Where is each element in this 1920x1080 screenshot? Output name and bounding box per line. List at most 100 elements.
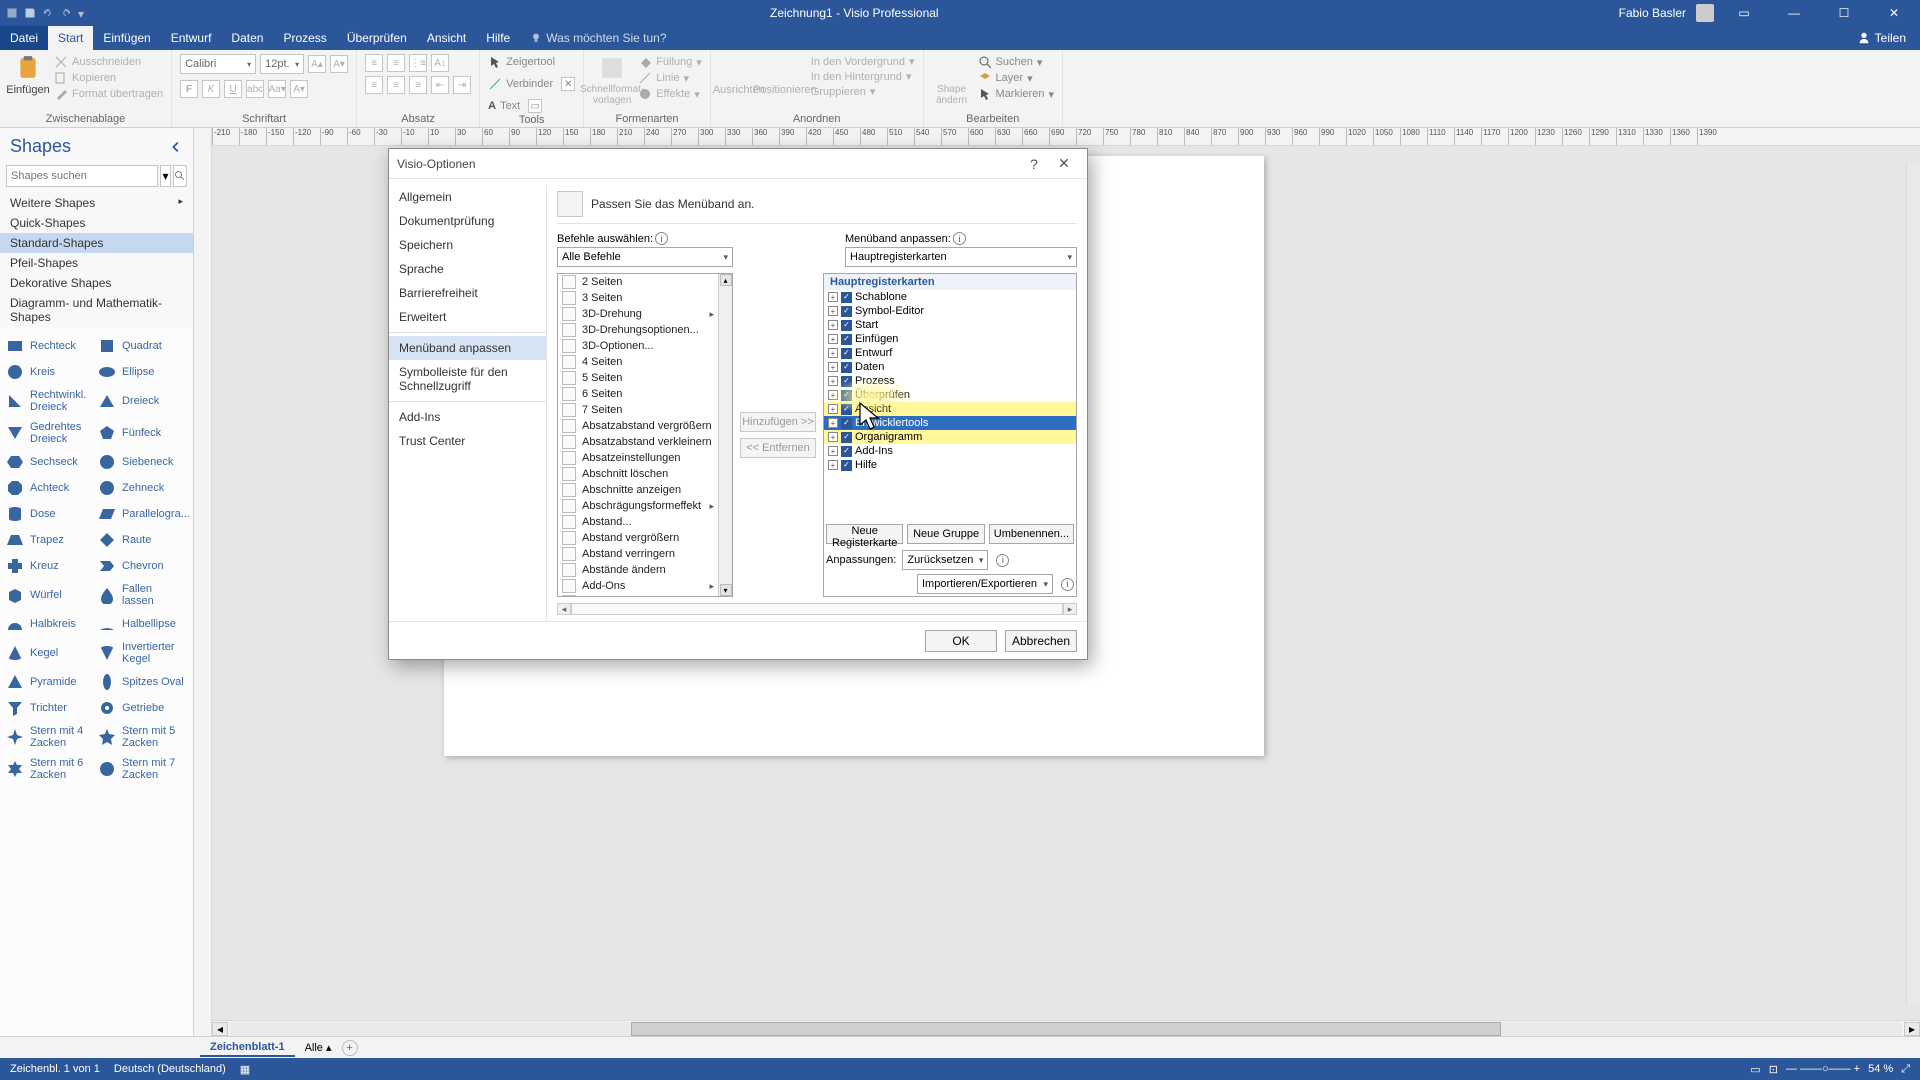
close-window-icon[interactable]: ✕	[1874, 0, 1914, 26]
cancel-button[interactable]: Abbrechen	[1005, 630, 1077, 652]
expand-icon[interactable]: +	[828, 320, 838, 330]
bold-button[interactable]: F	[180, 80, 198, 98]
reset-dropdown[interactable]: Zurücksetzen▾	[902, 550, 988, 570]
expand-icon[interactable]: +	[828, 404, 838, 414]
minimize-icon[interactable]: —	[1774, 0, 1814, 26]
shape-cross[interactable]: Kreuz	[4, 553, 96, 579]
nav-item[interactable]: Erweitert	[389, 305, 546, 329]
shape-oct[interactable]: Achteck	[4, 475, 96, 501]
command-item[interactable]: Abschnitte anzeigen	[558, 482, 718, 498]
rect-tool-icon[interactable]: ▭	[528, 99, 542, 113]
expand-icon[interactable]: +	[828, 362, 838, 372]
shape-funnel[interactable]: Trichter	[4, 695, 96, 721]
shape-s4[interactable]: Stern mit 4 Zacken	[4, 721, 96, 753]
expand-icon[interactable]: +	[828, 334, 838, 344]
tree-node[interactable]: +Start	[824, 318, 1076, 332]
tab-prozess[interactable]: Prozess	[273, 26, 336, 50]
command-item[interactable]: Ähnliche Shapes suchen	[558, 594, 718, 596]
tree-node[interactable]: +Hilfe	[824, 458, 1076, 472]
command-item[interactable]: 4 Seiten	[558, 354, 718, 370]
shape-rect[interactable]: Rechteck	[4, 333, 96, 359]
import-export-dropdown[interactable]: Importieren/Exportieren▾	[917, 574, 1053, 594]
command-item[interactable]: Absatzabstand vergrößern	[558, 418, 718, 434]
bring-front-button[interactable]: In den Vordergrund ▾	[811, 54, 915, 69]
shape-can[interactable]: Dose	[4, 501, 96, 527]
shapes-search-input[interactable]	[6, 165, 158, 187]
nav-item[interactable]: Symbolleiste für den Schnellzugriff	[389, 360, 546, 398]
shape-hellipse[interactable]: Halbellipse	[96, 611, 188, 637]
fill-button[interactable]: Füllung ▾	[638, 54, 702, 70]
nav-item[interactable]: Menüband anpassen	[389, 336, 546, 360]
grow-font-button[interactable]: A▴	[308, 55, 326, 73]
info-icon[interactable]: i	[1061, 578, 1074, 591]
tellme-input[interactable]: Was möchten Sie tun?	[546, 31, 666, 45]
font-size-combo[interactable]: 12pt.▾	[260, 54, 304, 74]
search-go-icon[interactable]	[173, 165, 187, 187]
tree-node[interactable]: +Überprüfen	[824, 388, 1076, 402]
add-button[interactable]: Hinzufügen >>	[740, 412, 816, 432]
command-item[interactable]: Abschrägungsformeffekt▸	[558, 498, 718, 514]
help-button[interactable]: ?	[1019, 156, 1049, 172]
italic-button[interactable]: K	[202, 80, 220, 98]
status-lang[interactable]: Deutsch (Deutschland)	[114, 1063, 226, 1075]
command-item[interactable]: Abstand verringern	[558, 546, 718, 562]
close-dialog-button[interactable]: ✕	[1049, 155, 1079, 172]
font-combo[interactable]: Calibri▾	[180, 54, 256, 74]
select-button[interactable]: Markieren ▾	[978, 86, 1054, 102]
command-item[interactable]: 5 Seiten	[558, 370, 718, 386]
command-item[interactable]: Abstand...	[558, 514, 718, 530]
horizontal-scrollbar[interactable]: ◂ ▸	[212, 1020, 1920, 1036]
shape-oval[interactable]: Spitzes Oval	[96, 669, 188, 695]
all-sheets-button[interactable]: Alle ▴	[305, 1041, 332, 1054]
checkbox[interactable]	[841, 432, 852, 443]
fit-window-icon[interactable]: ⤢	[1901, 1063, 1910, 1076]
shape-circle[interactable]: Kreis	[4, 359, 96, 385]
share-button[interactable]: Teilen	[1857, 26, 1920, 50]
command-item[interactable]: Abschnitt löschen	[558, 466, 718, 482]
command-item[interactable]: 3D-Optionen...	[558, 338, 718, 354]
quick-styles-button[interactable]: Schnellformat-vorlagen	[592, 54, 632, 106]
copy-button[interactable]: Kopieren	[54, 70, 163, 86]
shape-gear[interactable]: Getriebe	[96, 695, 188, 721]
search-dropdown-icon[interactable]: ▾	[160, 165, 171, 187]
info-icon[interactable]: i	[953, 232, 966, 245]
send-back-button[interactable]: In den Hintergrund ▾	[811, 69, 915, 84]
scroll-right-icon[interactable]: ▸	[1904, 1022, 1920, 1036]
tree-node[interactable]: +Add-Ins	[824, 444, 1076, 458]
shape-diamond[interactable]: Raute	[96, 527, 188, 553]
new-group-button[interactable]: Neue Gruppe	[907, 524, 984, 544]
customize-ribbon-dropdown[interactable]: Hauptregisterkarten▾	[845, 247, 1077, 267]
nav-item[interactable]: Allgemein	[389, 185, 546, 209]
command-item[interactable]: Absatzeinstellungen	[558, 450, 718, 466]
shape-para[interactable]: Parallelogra...	[96, 501, 188, 527]
shape-pyr[interactable]: Pyramide	[4, 669, 96, 695]
stencil-item[interactable]: Quick-Shapes	[0, 213, 193, 233]
remove-button[interactable]: << Entfernen	[740, 438, 816, 458]
shape-semi[interactable]: Halbkreis	[4, 611, 96, 637]
paste-button[interactable]: Einfügen	[8, 54, 48, 96]
fit-page-icon[interactable]: ⊡	[1769, 1063, 1778, 1076]
align-top-button[interactable]: ≡	[365, 54, 383, 72]
stencil-item[interactable]: Pfeil-Shapes	[0, 253, 193, 273]
expand-icon[interactable]: +	[828, 292, 838, 302]
undo-icon[interactable]	[42, 7, 54, 19]
stencil-item[interactable]: Weitere Shapes ▸	[0, 193, 193, 213]
command-item[interactable]: 6 Seiten	[558, 386, 718, 402]
group-button[interactable]: Gruppieren ▾	[811, 84, 915, 99]
font-color-button[interactable]: A▾	[290, 80, 308, 98]
checkbox[interactable]	[841, 334, 852, 345]
expand-icon[interactable]: +	[828, 446, 838, 456]
expand-icon[interactable]: +	[828, 348, 838, 358]
tree-node[interactable]: +Einfügen	[824, 332, 1076, 346]
checkbox[interactable]	[841, 390, 852, 401]
nav-item[interactable]: Trust Center	[389, 429, 546, 453]
line-button[interactable]: Linie ▾	[638, 70, 702, 86]
text-tool-button[interactable]: AText▭	[488, 98, 542, 114]
qat-dropdown-icon[interactable]: ▾	[78, 7, 90, 19]
stencil-item[interactable]: Diagramm- und Mathematik-Shapes	[0, 293, 193, 327]
redo-icon[interactable]	[60, 7, 72, 19]
nav-item[interactable]: Dokumentprüfung	[389, 209, 546, 233]
expand-icon[interactable]: +	[828, 460, 838, 470]
shape-trap[interactable]: Trapez	[4, 527, 96, 553]
command-item[interactable]: 3D-Drehung▸	[558, 306, 718, 322]
